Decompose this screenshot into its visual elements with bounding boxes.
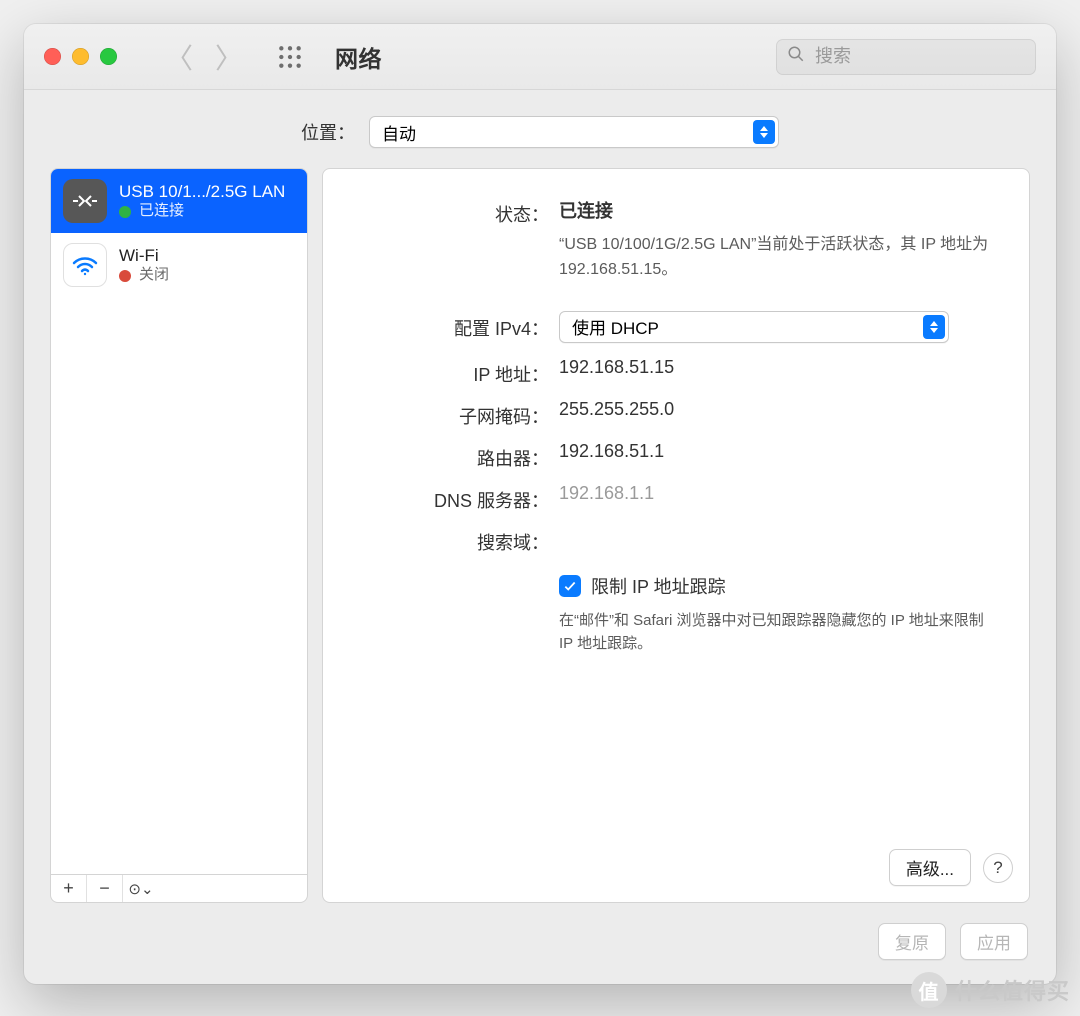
middle-area: USB 10/1.../2.5G LAN 已连接 xyxy=(50,168,1030,903)
watermark-icon: 值 xyxy=(911,972,947,1008)
search-domain-label: 搜索域： xyxy=(351,525,559,555)
forward-button[interactable]: 〉 xyxy=(215,37,243,77)
show-all-icon[interactable] xyxy=(277,44,303,70)
minimize-icon[interactable] xyxy=(72,48,89,65)
ip-address-value: 192.168.51.15 xyxy=(559,357,1001,378)
ip-address-label: IP 地址： xyxy=(351,357,559,387)
interface-item-usb-lan[interactable]: USB 10/1.../2.5G LAN 已连接 xyxy=(51,169,307,233)
back-button[interactable]: 〈 xyxy=(165,37,193,77)
limit-ip-tracking-checkbox[interactable] xyxy=(559,575,581,597)
search-field[interactable] xyxy=(776,39,1036,75)
add-interface-button[interactable]: + xyxy=(51,875,87,902)
router-label: 路由器： xyxy=(351,441,559,471)
sidebar-footer: + − ⊙⌄ xyxy=(50,875,308,903)
apply-button[interactable]: 应用 xyxy=(960,923,1028,960)
watermark: 值 什么值得买 xyxy=(911,972,1070,1008)
help-button[interactable]: ? xyxy=(983,853,1013,883)
interface-sidebar: USB 10/1.../2.5G LAN 已连接 xyxy=(50,168,308,903)
details-panel: 状态： 已连接 “USB 10/100/1G/2.5G LAN”当前处于活跃状态… xyxy=(322,168,1030,903)
search-input[interactable] xyxy=(813,45,1049,68)
interface-name: USB 10/1.../2.5G LAN xyxy=(119,181,285,202)
close-icon[interactable] xyxy=(44,48,61,65)
footer-buttons: 复原 应用 xyxy=(50,923,1030,960)
remove-interface-button[interactable]: − xyxy=(87,875,123,902)
page-title: 网络 xyxy=(335,40,382,74)
config-ipv4-label: 配置 IPv4： xyxy=(351,311,559,341)
location-label: 位置： xyxy=(301,119,355,145)
dns-value: 192.168.1.1 xyxy=(559,483,1001,504)
limit-ip-tracking-description: 在“邮件”和 Safari 浏览器中对已知跟踪器隐藏您的 IP 地址来限制 IP… xyxy=(559,609,1001,656)
revert-button[interactable]: 复原 xyxy=(878,923,946,960)
window-body: 位置： 自动 USB 10/1.../2.5G LAN xyxy=(24,90,1056,984)
preferences-window: 〈 〉 网络 位置： 自动 xyxy=(24,24,1056,984)
status-label: 状态： xyxy=(351,197,559,227)
search-icon xyxy=(787,45,805,68)
subnet-mask-value: 255.255.255.0 xyxy=(559,399,1001,420)
interface-status: 已连接 xyxy=(139,202,184,221)
interface-status: 关闭 xyxy=(139,266,169,285)
status-dot-icon xyxy=(119,206,131,218)
nav-controls: 〈 〉 xyxy=(165,37,243,77)
ethernet-icon xyxy=(63,179,107,223)
limit-ip-tracking-label: 限制 IP 地址跟踪 xyxy=(591,573,726,599)
window-controls xyxy=(44,48,117,65)
titlebar: 〈 〉 网络 xyxy=(24,24,1056,90)
interface-list: USB 10/1.../2.5G LAN 已连接 xyxy=(50,168,308,875)
interface-name: Wi-Fi xyxy=(119,245,169,266)
advanced-button[interactable]: 高级... xyxy=(889,849,971,886)
location-popup[interactable]: 自动 xyxy=(369,116,779,148)
chevron-updown-icon xyxy=(923,315,945,339)
location-value: 自动 xyxy=(382,120,416,145)
subnet-mask-label: 子网掩码： xyxy=(351,399,559,429)
wifi-icon xyxy=(63,243,107,287)
chevron-updown-icon xyxy=(753,120,775,144)
status-description: “USB 10/100/1G/2.5G LAN”当前处于活跃状态，其 IP 地址… xyxy=(559,233,1001,283)
dns-label: DNS 服务器： xyxy=(351,483,559,513)
config-ipv4-value: 使用 DHCP xyxy=(572,314,659,339)
more-options-button[interactable]: ⊙⌄ xyxy=(123,875,159,902)
router-value: 192.168.51.1 xyxy=(559,441,1001,462)
watermark-text: 什么值得买 xyxy=(955,974,1070,1006)
status-dot-icon xyxy=(119,270,131,282)
status-value: 已连接 xyxy=(559,197,1001,223)
fullscreen-icon[interactable] xyxy=(100,48,117,65)
interface-item-wifi[interactable]: Wi-Fi 关闭 xyxy=(51,233,307,297)
location-row: 位置： 自动 xyxy=(50,116,1030,148)
config-ipv4-popup[interactable]: 使用 DHCP xyxy=(559,311,949,343)
